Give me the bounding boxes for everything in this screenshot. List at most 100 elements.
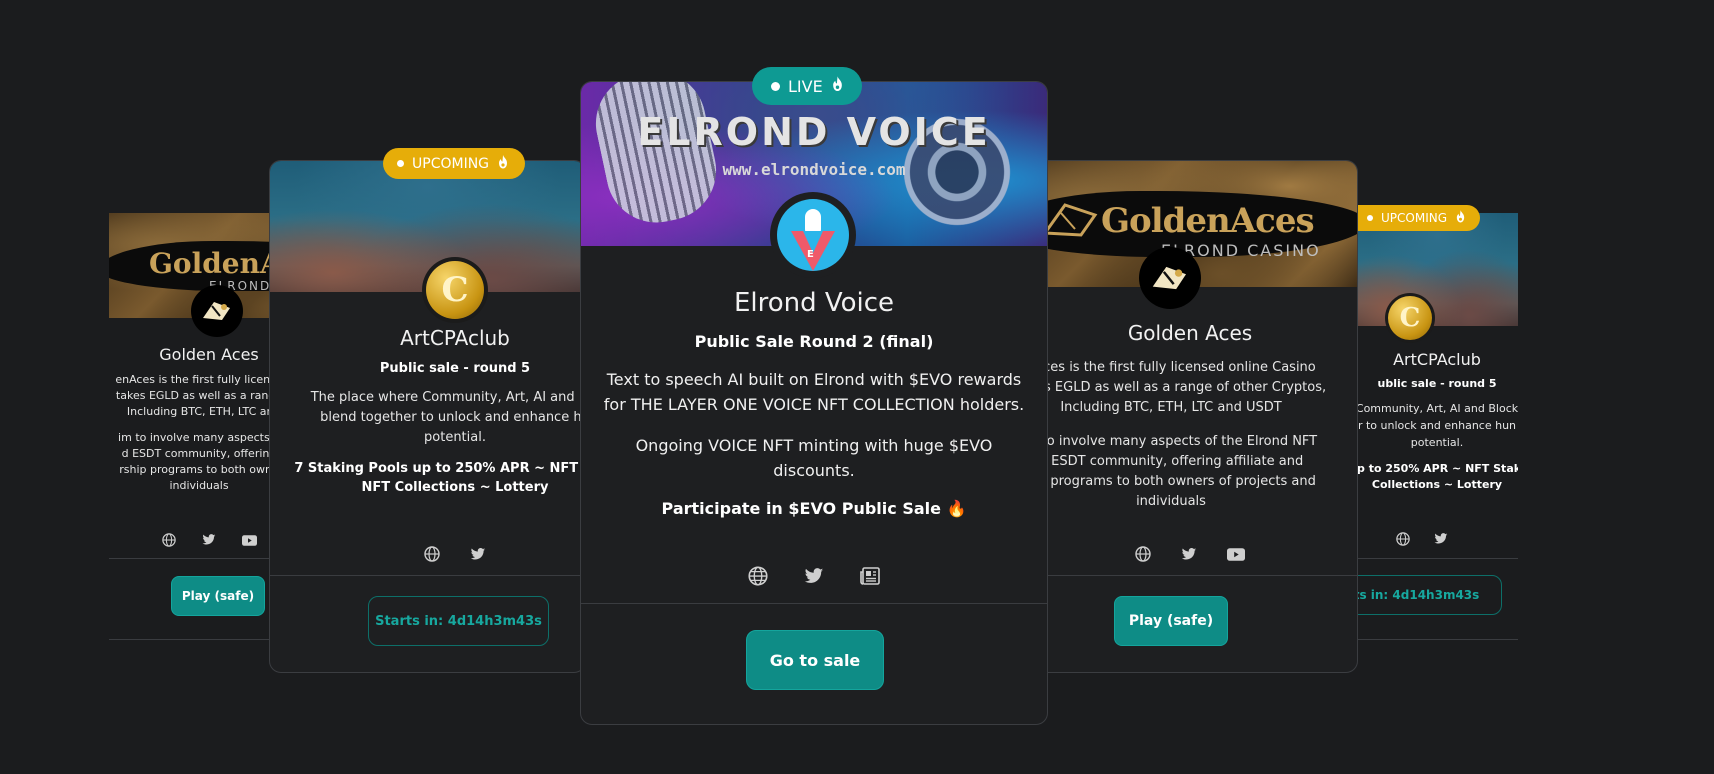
desc-line: rship programs to both owne: [119, 463, 269, 476]
card-body: Elrond Voice Public Sale Round 2 (final)…: [581, 288, 1047, 518]
countdown-button[interactable]: Starts in: 4d14h3m43s: [368, 596, 549, 646]
desc-line: Community, Art, AI and Block: [1357, 402, 1518, 415]
twitter-icon[interactable]: [1181, 547, 1197, 561]
card-body: ArtCPAclub ublic sale - round 5 Communit…: [1357, 350, 1518, 493]
project-description: nAces is the first fully licensed online…: [1020, 358, 1357, 512]
globe-icon[interactable]: [748, 566, 768, 586]
desc-line: im to involve many aspects o: [118, 431, 269, 444]
project-avatar: [191, 285, 243, 337]
twitter-icon[interactable]: [202, 534, 216, 546]
project-name: ArtCPAclub: [400, 326, 510, 350]
project-name: Elrond Voice: [733, 288, 895, 318]
status-dot: [1367, 215, 1373, 221]
project-description: enAces is the first fully license takes …: [109, 372, 269, 494]
desc-line: blend together to unlock and enhance hu: [320, 410, 586, 425]
youtube-icon[interactable]: [1227, 547, 1245, 561]
fire-icon: [497, 154, 509, 173]
desc-line: for THE LAYER ONE VOICE NFT COLLECTION h…: [603, 395, 1025, 414]
desc-line: nAces is the first fully licensed online…: [1026, 360, 1316, 375]
project-card-artcpaclub: C ArtCPAclub Public sale - round 5 The p…: [269, 160, 586, 673]
status-dot: [771, 81, 780, 91]
social-links: [581, 566, 1047, 586]
desc-line: individuals: [1136, 494, 1206, 509]
project-name: ArtCPAclub: [1393, 350, 1481, 369]
desc-line: r to unlock and enhance hun: [1357, 419, 1517, 432]
desc-line: hip programs to both owners of projects …: [1026, 474, 1316, 489]
project-card-artcpaclub-far-right: C UPCOMING ArtCPAclub ublic sale - round…: [1357, 205, 1518, 641]
microphone-illustration: [586, 82, 726, 232]
youtube-icon[interactable]: [241, 534, 257, 546]
project-name: Golden Aces: [1127, 321, 1253, 345]
project-description: Text to speech AI built on Elrond with $…: [581, 367, 1047, 417]
sale-round: ublic sale - round 5: [1377, 377, 1497, 390]
sale-call-to-action: Participate in $EVO Public Sale 🔥: [661, 499, 967, 518]
desc-line: discounts.: [773, 461, 855, 480]
highlight-line: 7 Staking Pools up to 250% APR ~ NFT Sta…: [294, 461, 586, 476]
banner-logo-text: GoldenA: [149, 247, 269, 280]
card-body: Golden Aces enAces is the first fully li…: [109, 345, 269, 494]
desc-line: potential.: [1410, 436, 1464, 449]
project-highlights: up to 250% APR ~ NFT Staki Collections ~…: [1357, 461, 1518, 493]
badge-label: UPCOMING: [1381, 211, 1448, 225]
play-button[interactable]: Play (safe): [171, 576, 265, 616]
social-links: [1357, 532, 1487, 546]
project-highlights: 7 Staking Pools up to 250% APR ~ NFT Sta…: [270, 459, 586, 497]
globe-icon[interactable]: [1135, 546, 1151, 562]
globe-icon[interactable]: [161, 533, 176, 547]
twitter-icon[interactable]: [470, 547, 486, 561]
play-button[interactable]: Play (safe): [1114, 596, 1228, 646]
fire-icon: [831, 76, 844, 96]
go-to-sale-button[interactable]: Go to sale: [746, 630, 884, 690]
project-avatar: E: [770, 192, 856, 278]
project-card-elrond-voice: ELROND VOICE www.elrondvoice.com E Elron…: [580, 81, 1048, 725]
project-avatar: C: [1385, 293, 1435, 343]
desc-line: Including BTC, ETH, LTC and USDT: [1060, 400, 1282, 415]
desc-line: enAces is the first fully license: [115, 373, 269, 386]
badge-label: LIVE: [788, 76, 823, 96]
newspaper-icon[interactable]: [860, 567, 880, 585]
highlight-line: NFT Collections ~ Lottery: [361, 480, 549, 495]
banner-logo-text: GoldenAces: [1101, 201, 1315, 241]
social-links: [109, 533, 269, 547]
badge-label: UPCOMING: [412, 155, 490, 172]
project-description: Community, Art, AI and Block r to unlock…: [1357, 400, 1518, 451]
desc-line: takes EGLD as well as a range: [115, 389, 269, 402]
social-links: [270, 546, 585, 562]
banner-url: www.elrondvoice.com: [722, 160, 906, 179]
project-avatar: [1139, 247, 1201, 309]
desc-line: Including BTC, ETH, LTC ar: [126, 405, 269, 418]
status-badge-upcoming: UPCOMING: [1357, 205, 1481, 231]
desc-line: d ESDT community, offering affiliate and: [1038, 454, 1304, 469]
desc-line: potential.: [424, 430, 486, 445]
twitter-icon[interactable]: [804, 567, 824, 585]
social-links: [1021, 546, 1357, 562]
desc-line: The place where Community, Art, AI and B…: [310, 390, 586, 405]
desc-line: individuals: [169, 479, 229, 492]
card-banner: GoldenA ELROND: [109, 213, 269, 318]
fire-icon: [1455, 210, 1466, 226]
globe-icon[interactable]: [1396, 532, 1410, 546]
project-description: The place where Community, Art, AI and B…: [270, 388, 586, 448]
card-body: ArtCPAclub Public sale - round 5 The pla…: [270, 326, 586, 497]
highlight-line: Collections ~ Lottery: [1371, 478, 1503, 491]
sale-round: Public Sale Round 2 (final): [694, 332, 934, 351]
banner-title: ELROND VOICE: [637, 110, 991, 154]
desc-line: Text to speech AI built on Elrond with $…: [606, 370, 1022, 389]
card-body: Golden Aces nAces is the first fully lic…: [1020, 321, 1357, 512]
desc-line: m to involve many aspects of the Elrond …: [1024, 434, 1318, 449]
highlight-line: up to 250% APR ~ NFT Staki: [1357, 462, 1518, 475]
status-badge-upcoming: UPCOMING: [383, 148, 526, 179]
globe-icon[interactable]: [424, 546, 440, 562]
desc-line: takes EGLD as well as a range of other C…: [1020, 380, 1327, 395]
sale-round: Public sale - round 5: [379, 361, 531, 376]
countdown-button[interactable]: arts in: 4d14h3m43s: [1357, 575, 1502, 615]
project-avatar: C: [422, 257, 488, 323]
desc-line: d ESDT community, offering: [121, 447, 269, 460]
project-name: Golden Aces: [159, 345, 259, 364]
twitter-icon[interactable]: [1434, 533, 1448, 545]
project-description-2: Ongoing VOICE NFT minting with huge $EVO…: [581, 433, 1047, 483]
project-card-golden-aces-far-left: GoldenA ELROND Golden Aces enAces is the…: [109, 213, 269, 641]
project-card-golden-aces: GoldenAces ELROND CASINO Golden Aces nAc…: [1020, 160, 1358, 673]
desc-line: Ongoing VOICE NFT minting with huge $EVO: [635, 436, 993, 455]
status-dot: [397, 160, 404, 167]
